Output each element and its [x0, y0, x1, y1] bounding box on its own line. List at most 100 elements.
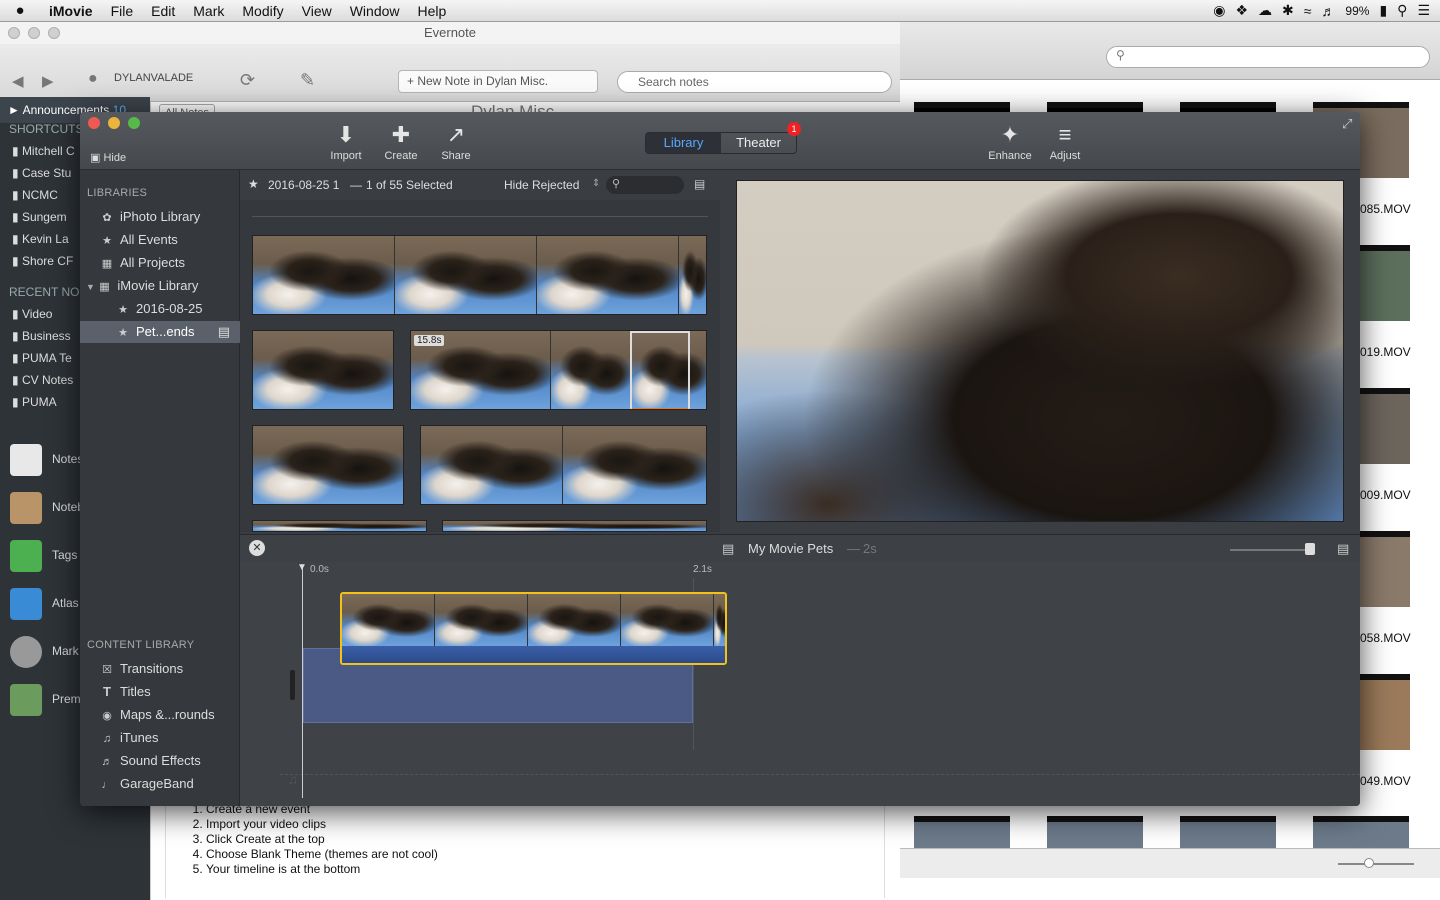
recent-note-item[interactable]: ▮ PUMA Te — [12, 351, 72, 365]
menu-modify[interactable]: Modify — [233, 3, 292, 19]
video-viewer[interactable] — [736, 180, 1344, 522]
volume-icon[interactable]: ♬ — [1321, 3, 1335, 19]
evernote-minimize-button[interactable] — [28, 27, 40, 39]
apple-menu-icon[interactable]: ● — [0, 2, 40, 19]
video-thumbnail[interactable] — [1360, 674, 1410, 750]
finder-search-input[interactable] — [1106, 46, 1430, 68]
video-thumbnail[interactable] — [1047, 816, 1143, 848]
menu-help[interactable]: Help — [409, 3, 456, 19]
selected-range[interactable] — [630, 331, 690, 409]
content-item-maps[interactable]: ◉ Maps &...rounds — [80, 704, 240, 726]
video-thumbnail[interactable] — [1360, 531, 1410, 607]
sidebar-item-event-2016-08-25[interactable]: ★ 2016-08-25 — [80, 298, 240, 320]
imovie-zoom-button[interactable] — [128, 117, 140, 129]
file-name[interactable]: 049.MOV — [1360, 774, 1411, 788]
tab-library[interactable]: Library — [646, 133, 721, 153]
cloud-icon[interactable]: ☁ — [1258, 2, 1272, 19]
zoom-slider-knob[interactable] — [1305, 543, 1315, 555]
timeline-clip[interactable] — [340, 592, 727, 665]
work-chat-icon[interactable]: ✎ — [300, 70, 315, 91]
tags-icon[interactable] — [10, 540, 42, 572]
evernote-close-button[interactable] — [8, 27, 20, 39]
enhance-button[interactable]: ✦ Enhance — [985, 120, 1035, 162]
timeline-handle[interactable] — [290, 670, 295, 700]
nav-notes[interactable]: Notes — [52, 452, 83, 466]
forward-arrow-icon[interactable]: ▶ — [42, 72, 54, 90]
battery-icon[interactable]: ▮ — [1379, 2, 1387, 19]
menu-window[interactable]: Window — [341, 3, 409, 19]
create-button[interactable]: ✚ Create — [376, 120, 426, 162]
nav-market[interactable]: Mark — [52, 644, 79, 658]
zoom-slider[interactable] — [1230, 549, 1310, 551]
filmstrip-settings-icon[interactable]: ▤ — [694, 177, 705, 191]
recent-note-item[interactable]: ▮ Business — [12, 329, 71, 343]
menu-mark[interactable]: Mark — [184, 3, 233, 19]
shortcut-item[interactable]: ▮ Shore CF — [12, 254, 73, 268]
file-name[interactable]: 058.MOV — [1360, 631, 1411, 645]
playhead-marker-icon[interactable]: ▼ — [297, 562, 307, 573]
menu-app[interactable]: iMovie — [40, 3, 102, 19]
dropbox-icon[interactable]: ❖ — [1235, 2, 1248, 19]
menu-edit[interactable]: Edit — [142, 3, 184, 19]
file-name[interactable]: 019.MOV — [1360, 345, 1411, 359]
video-clip[interactable] — [442, 520, 707, 532]
sidebar-item-all-projects[interactable]: ▦ All Projects — [80, 252, 240, 274]
atlas-icon[interactable] — [10, 588, 42, 620]
bluetooth-icon[interactable]: ✱ — [1282, 2, 1294, 19]
content-item-garageband[interactable]: ♩ GarageBand — [80, 773, 240, 795]
new-note-button[interactable]: + New Note in Dylan Misc. — [398, 70, 598, 93]
hide-libraries-button[interactable]: ▣ Hide — [90, 151, 126, 164]
menu-view[interactable]: View — [293, 3, 341, 19]
notebooks-icon[interactable] — [10, 492, 42, 524]
wifi-icon[interactable]: ≈ — [1304, 3, 1312, 19]
video-thumbnail[interactable] — [1360, 388, 1410, 464]
evernote-zoom-button[interactable] — [48, 27, 60, 39]
nav-tags[interactable]: Tags — [52, 548, 77, 562]
icon-size-slider-knob[interactable] — [1364, 858, 1374, 868]
video-clip[interactable]: 15.8s — [410, 330, 707, 410]
account-name[interactable]: DYLANVALADE — [114, 72, 193, 84]
timeline-settings-icon[interactable]: ▤ — [1337, 541, 1349, 557]
file-name[interactable]: 085.MOV — [1360, 202, 1411, 216]
notes-icon[interactable] — [10, 444, 42, 476]
recent-note-item[interactable]: ▮ PUMA — [12, 395, 57, 409]
recent-note-item[interactable]: ▮ Video — [12, 307, 52, 321]
disclosure-triangle-icon[interactable]: ▼ — [86, 282, 97, 292]
close-timeline-icon[interactable]: ✕ — [249, 540, 265, 556]
sidebar-item-all-events[interactable]: ★ All Events — [80, 229, 240, 251]
playhead[interactable] — [302, 568, 303, 798]
sidebar-item-iphoto-library[interactable]: ✿ iPhoto Library — [80, 206, 240, 228]
market-icon[interactable] — [10, 636, 42, 668]
file-name[interactable]: 009.MOV — [1360, 488, 1411, 502]
tab-theater[interactable]: Theater — [721, 133, 796, 153]
shortcut-item[interactable]: ▮ Case Stu — [12, 166, 71, 180]
fullscreen-icon[interactable]: ⤢ — [1342, 116, 1352, 132]
note-editor[interactable]: Create a new event Import your video cli… — [165, 800, 885, 898]
nav-atlas[interactable]: Atlas — [52, 596, 79, 610]
notification-center-icon[interactable]: ☰ — [1417, 2, 1430, 19]
evernote-status-icon[interactable]: ◉ — [1213, 2, 1225, 19]
import-button[interactable]: ⬇ Import — [321, 120, 371, 162]
video-clip[interactable] — [252, 235, 707, 315]
video-clip[interactable] — [252, 425, 404, 505]
shortcut-item[interactable]: ▮ NCMC — [12, 188, 58, 202]
sidebar-item-pets-friends[interactable]: ★ Pet...ends ▤ — [80, 321, 240, 343]
hide-rejected-dropdown[interactable]: Hide Rejected — [504, 178, 579, 192]
video-thumbnail[interactable] — [914, 816, 1010, 848]
sync-icon[interactable]: ⟳ — [240, 70, 255, 91]
premium-icon[interactable] — [10, 684, 42, 716]
video-clip[interactable] — [252, 330, 394, 410]
shortcut-item[interactable]: ▮ Mitchell C — [12, 144, 75, 158]
video-clip[interactable] — [420, 425, 707, 505]
content-item-itunes[interactable]: ♫ iTunes — [80, 727, 240, 749]
nav-premium[interactable]: Prem — [52, 692, 81, 706]
video-clip[interactable] — [252, 520, 427, 532]
content-item-transitions[interactable]: ☒ Transitions — [80, 658, 240, 680]
content-item-titles[interactable]: T Titles — [80, 681, 240, 703]
video-thumbnail[interactable] — [1360, 245, 1410, 321]
recent-note-item[interactable]: ▮ CV Notes — [12, 373, 73, 387]
spotlight-search-icon[interactable]: ⚲ — [1397, 2, 1407, 19]
shortcut-item[interactable]: ▮ Kevin La — [12, 232, 69, 246]
back-arrow-icon[interactable]: ◀ — [12, 72, 24, 90]
video-thumbnail[interactable] — [1313, 816, 1409, 848]
